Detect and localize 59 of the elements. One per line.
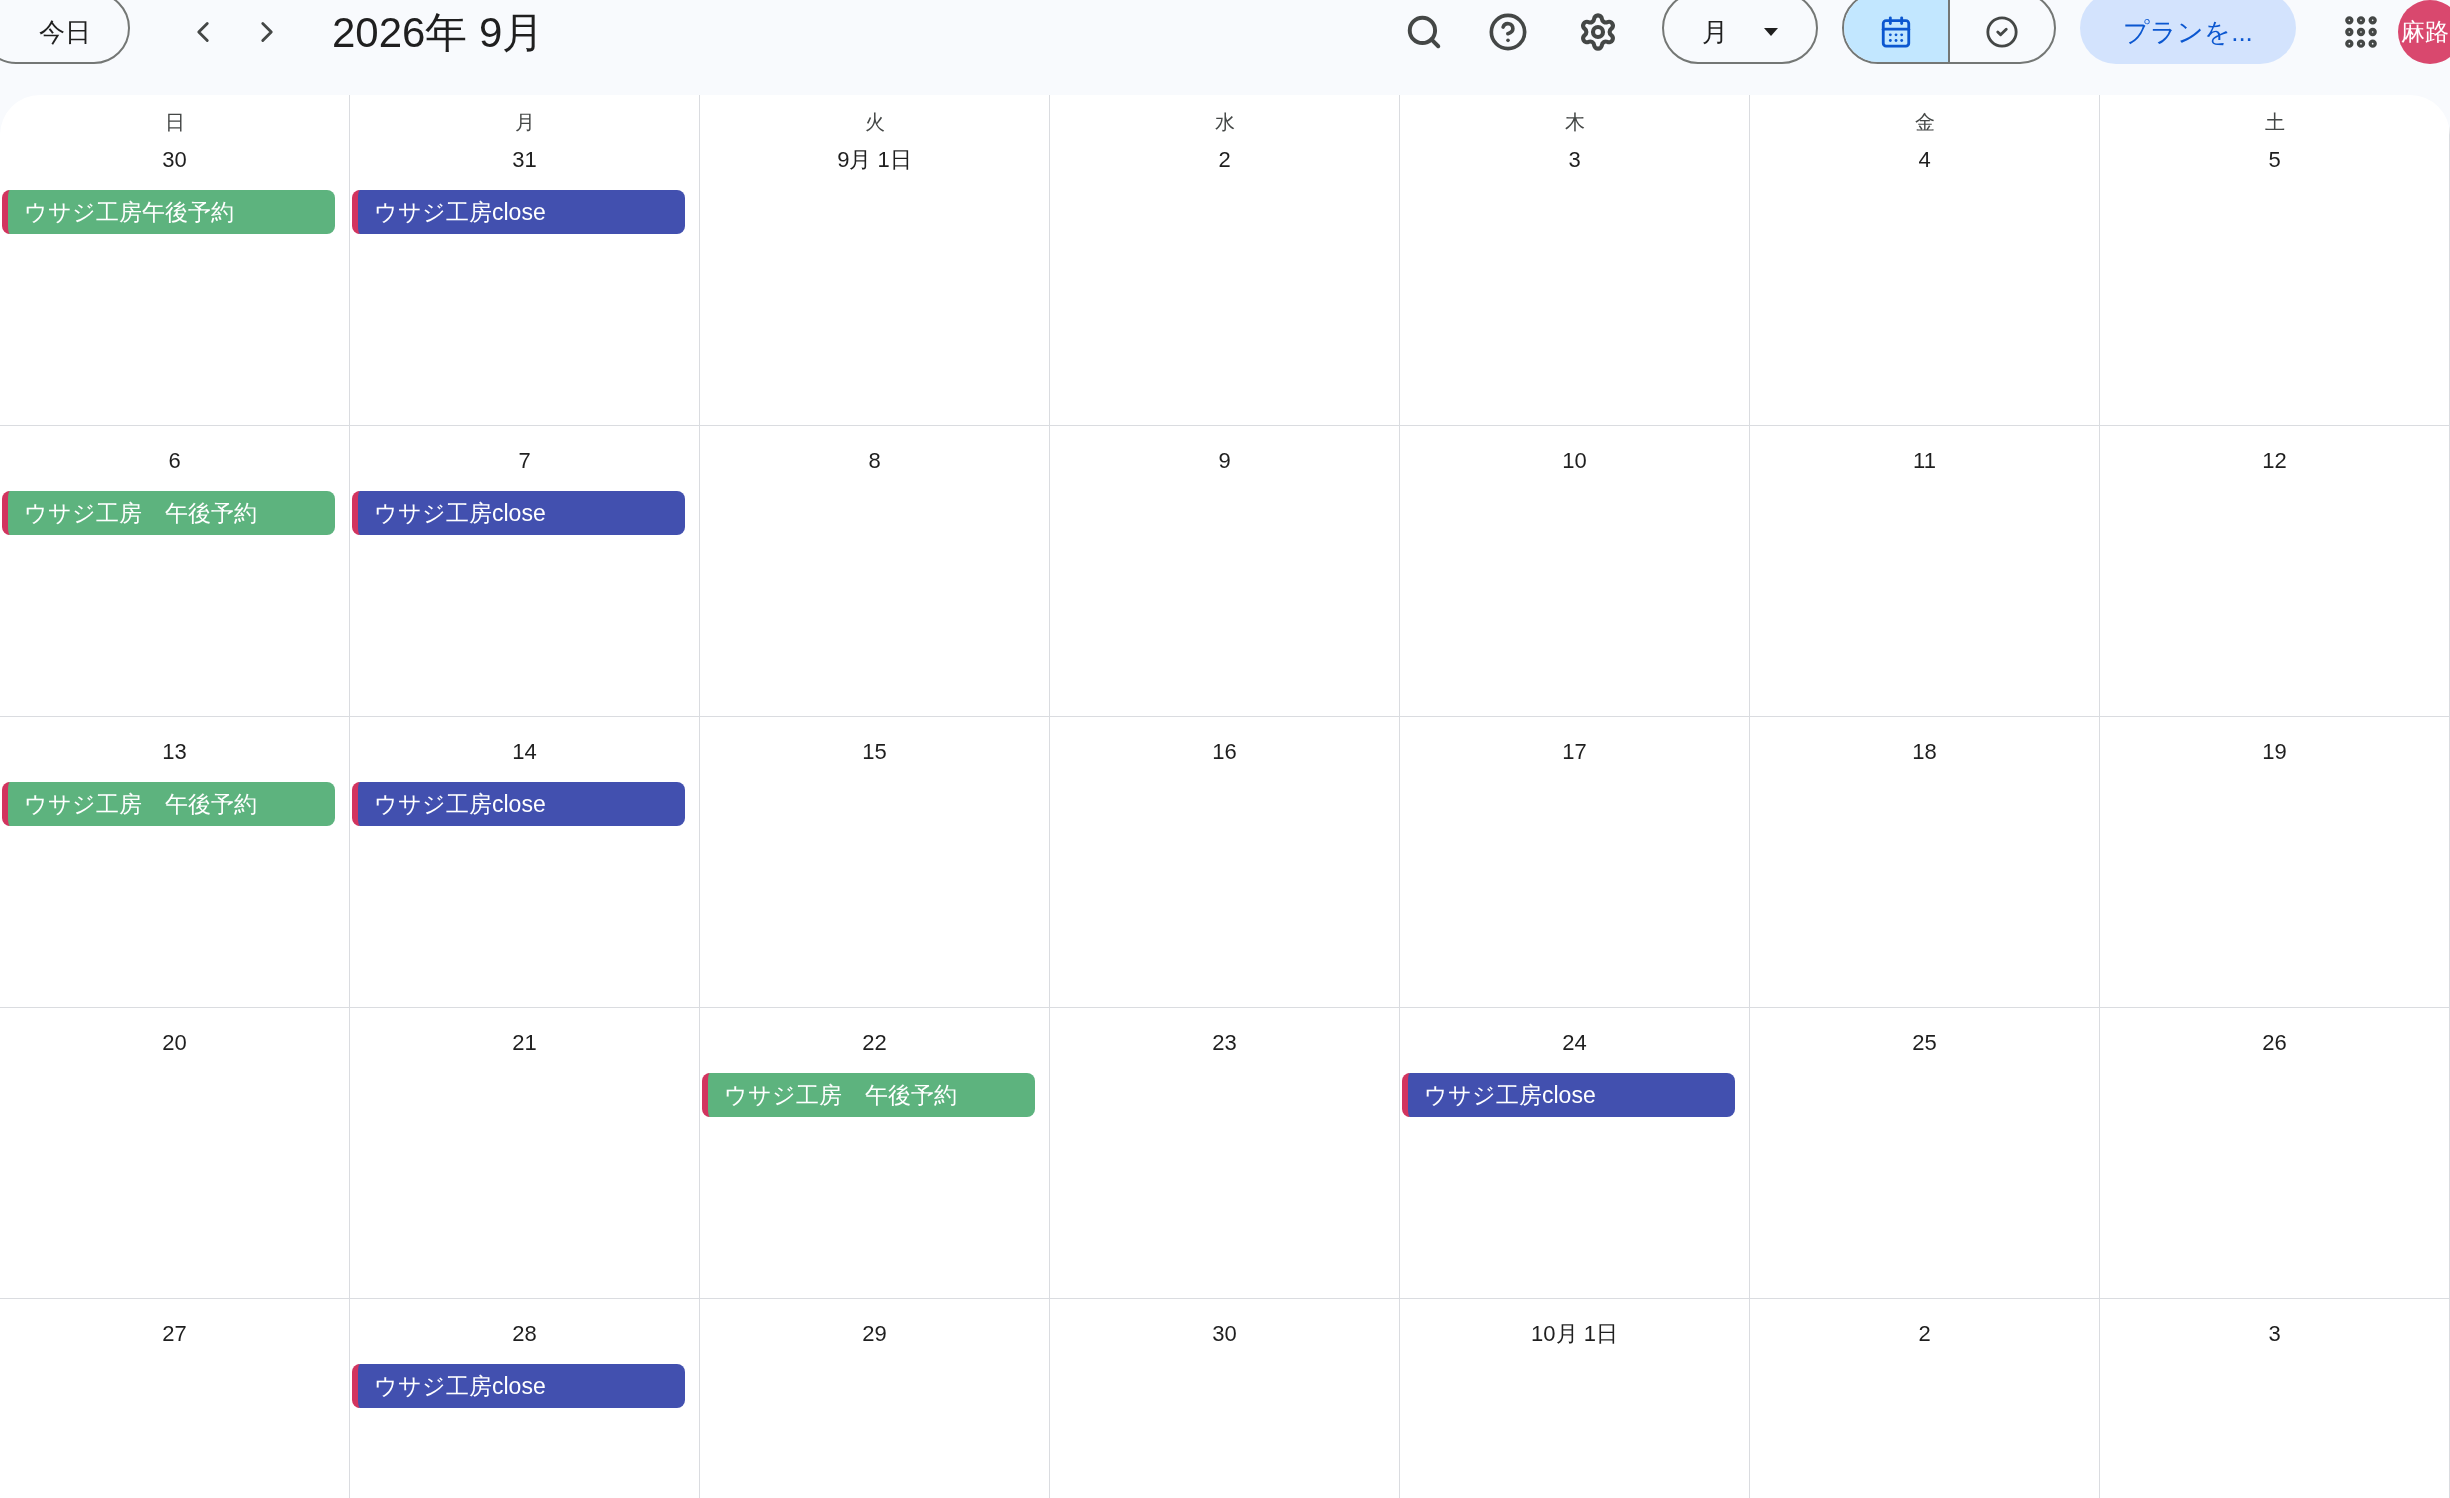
date-number[interactable]: 9月 1日 <box>837 143 912 176</box>
date-number[interactable]: 13 <box>162 735 187 768</box>
weekday-label: 土 <box>2264 110 2285 135</box>
event-chip[interactable]: ウサジ工房close <box>352 782 685 826</box>
dropdown-triangle-icon <box>1764 28 1778 36</box>
event-chip[interactable]: ウサジ工房close <box>352 1364 685 1408</box>
event-chip[interactable]: ウサジ工房close <box>352 491 685 535</box>
date-number[interactable]: 10月 1日 <box>1531 1317 1618 1350</box>
weekday-label: 木 <box>1564 110 1585 135</box>
date-number[interactable]: 5 <box>2268 143 2281 176</box>
date-number[interactable]: 19 <box>2262 735 2287 768</box>
date-number[interactable]: 29 <box>862 1317 887 1350</box>
date-number[interactable]: 3 <box>1568 143 1581 176</box>
date-number[interactable]: 26 <box>2262 1026 2287 1059</box>
help-icon <box>1488 12 1528 52</box>
date-number[interactable]: 17 <box>1562 735 1587 768</box>
date-number[interactable]: 21 <box>512 1026 537 1059</box>
date-number[interactable]: 22 <box>862 1026 887 1059</box>
date-number[interactable]: 12 <box>2262 444 2287 477</box>
date-number[interactable]: 2 <box>1918 1317 1931 1350</box>
weekday-label: 月 <box>514 110 535 135</box>
event-chip[interactable]: ウサジ工房close <box>1402 1073 1735 1117</box>
view-toggle-option[interactable] <box>1844 0 1948 62</box>
settings-icon <box>1578 12 1618 52</box>
date-number[interactable]: 15 <box>862 735 887 768</box>
date-number[interactable]: 16 <box>1212 735 1237 768</box>
plan-button[interactable]: プランを... <box>2080 0 2296 64</box>
date-number[interactable]: 7 <box>518 444 531 477</box>
date-number[interactable]: 11 <box>1913 444 1936 477</box>
date-number[interactable]: 2 <box>1218 143 1231 176</box>
date-number[interactable]: 27 <box>162 1317 187 1350</box>
date-number[interactable]: 10 <box>1562 444 1587 477</box>
date-number[interactable]: 23 <box>1212 1026 1237 1059</box>
weekday-label: 水 <box>1214 110 1235 135</box>
date-number[interactable]: 20 <box>162 1026 187 1059</box>
calendar-icon <box>1879 15 1913 49</box>
check-circle-icon <box>1985 15 2019 49</box>
date-number[interactable]: 9 <box>1218 444 1231 477</box>
date-number[interactable]: 28 <box>512 1317 537 1350</box>
weekday-label: 火 <box>864 110 885 135</box>
date-number[interactable]: 30 <box>162 143 187 176</box>
view-dropdown[interactable]: 月 <box>1662 0 1818 64</box>
date-number[interactable]: 18 <box>1912 735 1937 768</box>
avatar[interactable]: 麻路 <box>2398 0 2450 64</box>
month-title: 2026年 9月 <box>332 7 545 58</box>
date-number[interactable]: 25 <box>1912 1026 1937 1059</box>
today-button[interactable]: 今日 <box>0 0 130 64</box>
weekday-label: 金 <box>1914 110 1935 135</box>
date-number[interactable]: 8 <box>868 444 881 477</box>
date-number[interactable]: 30 <box>1212 1317 1237 1350</box>
date-number[interactable]: 6 <box>168 444 181 477</box>
date-number[interactable]: 14 <box>512 735 537 768</box>
date-number[interactable]: 4 <box>1918 143 1931 176</box>
date-number[interactable]: 31 <box>512 143 537 176</box>
date-number[interactable]: 3 <box>2268 1317 2281 1350</box>
weekday-label: 日 <box>164 110 185 135</box>
date-number[interactable]: 24 <box>1562 1026 1587 1059</box>
search-icon <box>1405 13 1443 51</box>
event-chip[interactable]: ウサジ工房close <box>352 190 685 234</box>
